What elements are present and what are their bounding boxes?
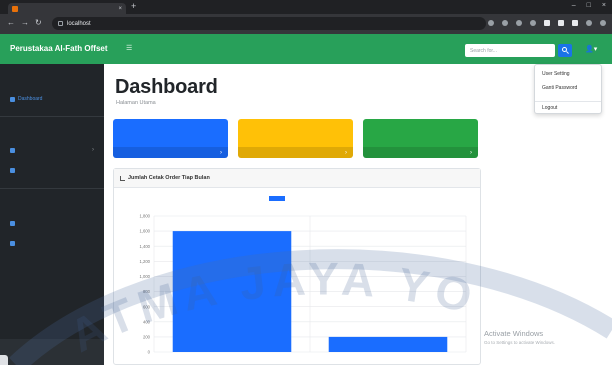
key-icon[interactable] [488, 20, 494, 26]
y-tick-label: 200 [143, 334, 151, 339]
cart-icon [10, 221, 15, 226]
url-host: localhost [67, 20, 91, 27]
card-footer[interactable]: › [363, 147, 478, 158]
screen: × + – □ × ← → ↻ localhost Perustakaa Al-… [0, 0, 612, 365]
sidebar-item-layouts[interactable] [10, 148, 18, 153]
sidebar-footer [0, 339, 104, 365]
sidebar-item-dashboard[interactable]: Dashboard [10, 96, 42, 102]
reload-icon[interactable]: ↻ [35, 19, 42, 27]
extension-icons [488, 20, 606, 26]
menu-item-change-password[interactable]: Ganti Password [542, 85, 577, 91]
puzzle-icon[interactable] [558, 20, 564, 26]
site-info-icon[interactable] [58, 21, 63, 26]
status-bar-url [0, 355, 8, 365]
chevron-right-icon[interactable]: › [92, 147, 94, 153]
y-tick-label: 800 [143, 289, 151, 294]
page-title: Dashboard [115, 76, 218, 98]
bar [172, 231, 292, 352]
y-tick-label: 600 [143, 304, 151, 309]
new-tab-icon[interactable]: + [131, 2, 136, 11]
sidebar-item-label: Dashboard [18, 96, 43, 102]
maximize-icon[interactable]: □ [587, 2, 591, 10]
zoom-icon[interactable] [502, 20, 508, 26]
y-tick-label: 0 [148, 350, 151, 355]
share-icon[interactable] [516, 20, 522, 26]
breadcrumb: Halaman Utama [116, 100, 156, 106]
chart-card: Jumlah Cetak Order Tiap Bulan 1,800 1,600… [113, 168, 481, 365]
chevron-right-icon: › [345, 149, 347, 156]
favicon-icon [12, 5, 18, 12]
forward-icon[interactable]: → [21, 19, 29, 27]
star-icon[interactable] [530, 20, 536, 26]
sidebar: Dashboard › [0, 64, 104, 365]
card-footer[interactable]: › [113, 147, 228, 158]
card-footer[interactable]: › [238, 147, 353, 158]
menu-item-logout[interactable]: Logout [542, 105, 557, 111]
y-tick-label: 1,000 [140, 274, 151, 279]
chart-header: Jumlah Cetak Order Tiap Bulan [114, 169, 480, 188]
chart-icon [120, 176, 125, 181]
sidebar-item-reports[interactable] [10, 241, 18, 246]
stat-card-customers[interactable]: › [238, 119, 353, 158]
extension-icon[interactable] [544, 20, 550, 26]
user-menu-toggle-icon[interactable]: 👤▾ [585, 45, 597, 53]
y-tick-label: 400 [143, 319, 151, 324]
y-tick-label: 1,600 [140, 229, 151, 234]
chevron-right-icon: › [220, 149, 222, 156]
user-dropdown-menu: User Setting Ganti Password Logout [534, 64, 602, 114]
legend-swatch [269, 196, 285, 201]
y-tick-label: 1,200 [140, 259, 151, 264]
dashboard-icon [10, 96, 15, 102]
browser-tab-bar: × + – □ × [0, 0, 612, 14]
address-bar[interactable]: localhost [52, 17, 486, 30]
search-input[interactable] [465, 44, 555, 57]
close-window-icon[interactable]: × [602, 2, 606, 10]
browser-tab[interactable]: × [8, 3, 126, 14]
stat-card-new-orders[interactable]: › [113, 119, 228, 158]
windows-activate-title: Activate Windows [484, 329, 544, 338]
url-text: localhost [67, 21, 91, 27]
minimize-icon[interactable]: – [572, 2, 576, 10]
sidebar-icon[interactable] [572, 20, 578, 26]
browser-toolbar: ← → ↻ localhost [0, 14, 612, 34]
brand-name[interactable]: Perustakaa Al-Fath Offset [10, 44, 108, 53]
layout-icon [10, 148, 15, 153]
windows-activate-subtitle: Go to Settings to activate Windows. [484, 340, 556, 345]
chevron-right-icon: › [470, 149, 472, 156]
window-controls: – □ × [572, 2, 606, 10]
profile-icon[interactable] [586, 20, 592, 26]
sidebar-toggle-icon[interactable]: ☰ [126, 44, 132, 52]
report-icon [10, 241, 15, 246]
stat-card-paid-orders[interactable]: › [363, 119, 478, 158]
menu-item-user-setting[interactable]: User Setting [542, 71, 570, 77]
browser-menu-icon[interactable] [600, 20, 606, 26]
bar-chart: 1,800 1,600 1,400 1,200 1,000 800 600 400 200 0 [140, 196, 467, 355]
y-tick-label: 1,800 [140, 214, 151, 219]
sidebar-item-orders[interactable] [10, 221, 18, 226]
bar [328, 336, 448, 352]
tab-close-icon[interactable]: × [118, 6, 122, 12]
back-icon[interactable]: ← [7, 19, 15, 27]
chart-title: Jumlah Cetak Order Tiap Bulan [128, 175, 210, 181]
top-navbar: Perustakaa Al-Fath Offset ☰ 👤▾ [0, 34, 612, 64]
y-tick-label: 1,400 [140, 244, 151, 249]
users-icon [10, 168, 15, 173]
sidebar-item-users[interactable] [10, 168, 18, 173]
search-button[interactable] [558, 44, 572, 57]
